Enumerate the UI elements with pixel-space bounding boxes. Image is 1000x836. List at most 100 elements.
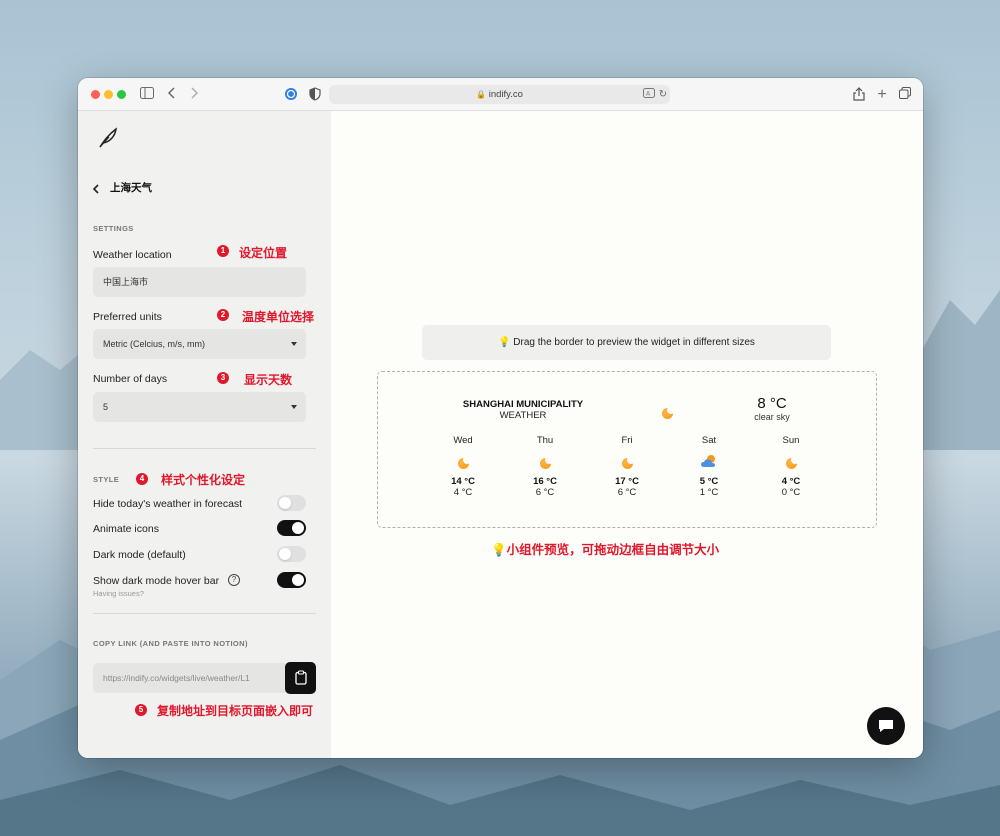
dropdown-caret-icon (291, 405, 297, 409)
having-issues-link[interactable]: Having issues? (93, 589, 144, 598)
copy-link-value: https://indify.co/widgets/live/weather/L… (103, 673, 250, 683)
toggle-label-hover-bar: Show dark mode hover bar (93, 575, 220, 587)
svg-text:A: A (646, 91, 651, 98)
weather-location-input[interactable]: 中国上海市 (93, 267, 306, 297)
preferred-units-value: Metric (Celcius, m/s, mm) (103, 339, 205, 349)
address-bar[interactable]: 🔒 indify.co (329, 85, 670, 104)
lightbulb-icon: 💡 (498, 337, 511, 348)
forecast-day: Wed 14 °C 4 °C (433, 435, 493, 498)
back-nav-icon[interactable] (164, 87, 180, 103)
day-name: Fri (621, 435, 633, 446)
annotation-text-1: 设定位置 (239, 246, 288, 260)
forecast-day: Sun 4 °C 0 °C (761, 435, 821, 498)
lock-icon: 🔒 (476, 90, 487, 99)
forecast-day: Fri 17 °C 6 °C (597, 435, 657, 498)
current-sun-icon (662, 406, 675, 419)
tab-overview-icon[interactable] (897, 87, 913, 103)
annotation-badge-4: 4 (136, 473, 148, 485)
url-text: indify.co (488, 89, 523, 100)
copy-button[interactable] (285, 662, 316, 694)
section-divider (93, 448, 316, 449)
cloud-sun-icon (700, 455, 718, 472)
chat-bubble-icon (877, 720, 895, 738)
day-low: 1 °C (699, 487, 719, 498)
day-high: 17 °C (615, 476, 639, 487)
current-description: clear sky (754, 412, 790, 422)
back-chevron-icon[interactable] (92, 181, 100, 199)
day-high: 5 °C (699, 476, 719, 487)
toggle-label-animate-icons: Animate icons (93, 523, 159, 535)
preferred-units-select[interactable]: Metric (Celcius, m/s, mm) (93, 329, 306, 359)
location-line-1: SHANGHAI MUNICIPALITY (462, 399, 584, 410)
settings-section-title: SETTINGS (93, 224, 134, 233)
sun-icon (457, 456, 471, 469)
number-of-days-select[interactable]: 5 (93, 392, 306, 422)
toggle-knob (292, 574, 304, 586)
day-low: 6 °C (617, 487, 637, 498)
forward-nav-icon[interactable] (186, 87, 202, 103)
sun-icon (539, 456, 553, 469)
weather-location-label: Weather location (93, 249, 172, 261)
copy-link-input[interactable]: https://indify.co/widgets/live/weather/L… (93, 663, 285, 693)
day-name: Wed (453, 435, 473, 446)
widget-location: SHANGHAI MUNICIPALITY WEATHER (438, 399, 608, 421)
browser-titlebar: 🔒 indify.co A ↻ + (78, 78, 923, 111)
chat-support-button[interactable] (867, 707, 905, 745)
number-of-days-value: 5 (103, 402, 109, 412)
style-section-title: STYLE (93, 475, 120, 484)
dropdown-caret-icon (291, 342, 297, 346)
close-window-button[interactable] (91, 90, 100, 99)
animate-icons-toggle[interactable] (277, 520, 306, 536)
day-low: 0 °C (781, 487, 801, 498)
password-extension-icon[interactable] (283, 87, 299, 103)
annotation-badge-5: 5 (135, 704, 147, 716)
day-name: Sun (782, 435, 800, 446)
settings-sidebar: 上海天气 SETTINGS Weather location 1 设定位置 中国… (78, 111, 331, 758)
number-of-days-label: Number of days (93, 373, 168, 385)
widget-preview-area: 💡 Drag the border to preview the widget … (331, 111, 923, 758)
hide-today-toggle[interactable] (277, 495, 306, 511)
day-low: 6 °C (535, 487, 555, 498)
day-name: Sat (701, 435, 717, 446)
toggle-label-hide-today: Hide today's weather in forecast (93, 498, 243, 510)
weather-location-value: 中国上海市 (103, 277, 149, 287)
annotation-text-5: 复制地址到目标页面嵌入即可 (157, 704, 314, 718)
minimize-window-button[interactable] (104, 90, 113, 99)
annotation-badge-3: 3 (217, 372, 229, 384)
clipboard-icon (294, 670, 307, 689)
feather-logo-icon[interactable] (96, 126, 120, 155)
day-high: 16 °C (533, 476, 557, 487)
resize-hint-text: Drag the border to preview the widget in… (513, 337, 755, 348)
day-low: 4 °C (453, 487, 473, 498)
annotation-badge-1: 1 (217, 245, 229, 257)
toggle-label-dark-mode: Dark mode (default) (93, 549, 186, 561)
annotation-badge-2: 2 (217, 309, 229, 321)
sidebar-toggle-icon[interactable] (139, 87, 155, 103)
preview-annotation: 💡小组件预览，可拖动边框自由调节大小 (491, 543, 720, 557)
reload-icon[interactable]: ↻ (655, 87, 671, 103)
annotation-text-2: 温度单位选择 (242, 310, 315, 324)
weather-widget[interactable]: SHANGHAI MUNICIPALITY WEATHER 8 °C clear… (377, 371, 877, 528)
hover-bar-toggle[interactable] (277, 572, 306, 588)
help-icon[interactable]: ? (228, 574, 240, 586)
current-weather: 8 °C clear sky (728, 395, 816, 422)
sun-icon (785, 456, 799, 469)
annotation-text-4: 样式个性化设定 (161, 473, 246, 487)
copy-link-section-title: COPY LINK (AND PASTE INTO NOTION) (93, 639, 248, 648)
shield-icon[interactable] (307, 87, 323, 103)
day-name: Thu (536, 435, 554, 446)
resize-hint-banner: 💡 Drag the border to preview the widget … (422, 325, 831, 360)
toggle-knob (279, 548, 291, 560)
current-temperature: 8 °C (757, 395, 787, 412)
forecast-day: Sat 5 °C 1 °C (679, 435, 739, 498)
annotation-text-3: 显示天数 (244, 373, 293, 387)
toggle-knob (279, 497, 291, 509)
zoom-window-button[interactable] (117, 90, 126, 99)
preferred-units-label: Preferred units (93, 311, 162, 323)
dark-mode-toggle[interactable] (277, 546, 306, 562)
day-high: 4 °C (781, 476, 801, 487)
location-line-2: WEATHER (499, 410, 547, 421)
share-icon[interactable] (851, 87, 867, 103)
new-tab-icon[interactable]: + (874, 87, 890, 103)
widget-title: 上海天气 (110, 182, 152, 194)
